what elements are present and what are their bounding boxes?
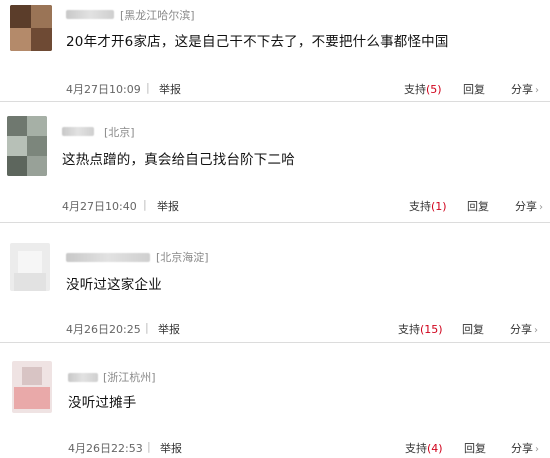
report-link[interactable]: 举报 xyxy=(157,198,179,214)
reply-button[interactable]: 回复 xyxy=(467,198,489,214)
reply-button[interactable]: 回复 xyxy=(462,321,484,337)
share-label: 分享 xyxy=(511,83,533,96)
separator: | xyxy=(143,198,147,211)
comment-text: 20年才开6家店，这是自己干不下去了，不要把什么事都怪中国 xyxy=(66,34,449,50)
support-count: (1) xyxy=(431,200,447,213)
support-button[interactable]: 支持(4) xyxy=(405,440,443,456)
username-blurred[interactable] xyxy=(68,373,98,382)
chevron-right-icon: › xyxy=(535,85,539,96)
comment-text: 这热点蹭的，真会给自己找台阶下二哈 xyxy=(62,152,295,168)
separator: | xyxy=(145,321,149,334)
support-count: (4) xyxy=(427,442,443,455)
share-button[interactable]: 分享 › xyxy=(511,81,539,97)
support-label: 支持 xyxy=(398,323,420,336)
user-avatar[interactable] xyxy=(10,243,50,291)
user-location: [北京海淀] xyxy=(156,251,209,264)
user-avatar[interactable] xyxy=(12,361,52,413)
comment-text: 没听过这家企业 xyxy=(66,277,162,293)
username-blurred[interactable] xyxy=(66,10,114,19)
comment-3: [北京海淀] 没听过这家企业 4月26日20:25 | 举报 支持(15) 回复… xyxy=(0,223,550,343)
user-location: [浙江杭州] xyxy=(103,371,156,384)
report-link[interactable]: 举报 xyxy=(158,321,180,337)
comment-1: [黑龙江哈尔滨] 20年才开6家店，这是自己干不下去了，不要把什么事都怪中国 4… xyxy=(0,0,550,100)
user-location: [黑龙江哈尔滨] xyxy=(120,9,195,22)
comment-timestamp: 4月26日22:53 xyxy=(68,442,143,455)
support-label: 支持 xyxy=(405,442,427,455)
comment-timestamp: 4月27日10:09 xyxy=(66,83,141,96)
chevron-right-icon: › xyxy=(534,325,538,336)
support-label: 支持 xyxy=(404,83,426,96)
user-location: [北京] xyxy=(104,126,135,139)
separator: | xyxy=(146,81,150,94)
comment-2: [北京] 这热点蹭的，真会给自己找台阶下二哈 4月27日10:40 | 举报 支… xyxy=(0,102,550,222)
support-count: (5) xyxy=(426,83,442,96)
chevron-right-icon: › xyxy=(539,202,543,213)
separator: | xyxy=(147,440,151,453)
support-count: (15) xyxy=(420,323,443,336)
reply-button[interactable]: 回复 xyxy=(464,440,486,456)
share-label: 分享 xyxy=(511,442,533,455)
share-button[interactable]: 分享 › xyxy=(515,198,543,214)
report-link[interactable]: 举报 xyxy=(159,81,181,97)
username-blurred[interactable] xyxy=(62,127,94,136)
comment-text: 没听过摊手 xyxy=(68,395,137,411)
comment-timestamp: 4月26日20:25 xyxy=(66,323,141,336)
support-button[interactable]: 支持(5) xyxy=(404,81,442,97)
comment-timestamp: 4月27日10:40 xyxy=(62,200,137,213)
support-label: 支持 xyxy=(409,200,431,213)
user-avatar[interactable] xyxy=(10,5,52,51)
share-button[interactable]: 分享 › xyxy=(510,321,538,337)
user-avatar[interactable] xyxy=(7,116,47,176)
username-blurred[interactable] xyxy=(66,253,150,262)
share-label: 分享 xyxy=(515,200,537,213)
share-button[interactable]: 分享 › xyxy=(511,440,539,456)
comment-4: [浙江杭州] 没听过摊手 4月26日22:53 | 举报 支持(4) 回复 分享… xyxy=(0,343,550,458)
reply-button[interactable]: 回复 xyxy=(463,81,485,97)
share-label: 分享 xyxy=(510,323,532,336)
chevron-right-icon: › xyxy=(535,444,539,455)
support-button[interactable]: 支持(1) xyxy=(409,198,447,214)
report-link[interactable]: 举报 xyxy=(160,440,182,456)
support-button[interactable]: 支持(15) xyxy=(398,321,443,337)
